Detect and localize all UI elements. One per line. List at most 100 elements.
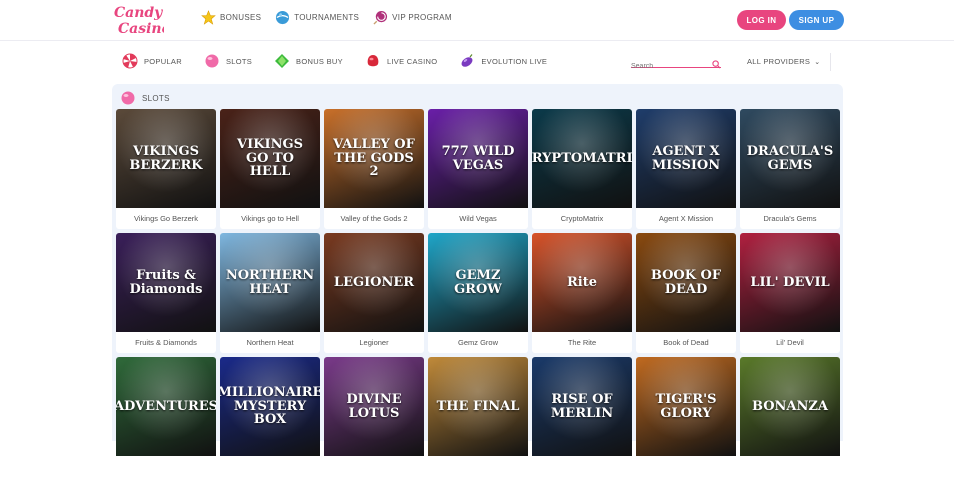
game-thumbnail[interactable]: ADVENTURES: [116, 357, 216, 456]
game-name: Dracula's Gems: [763, 214, 817, 223]
game-card[interactable]: ADVENTURES: [116, 357, 216, 477]
game-thumbnail-title: DRACULA'S GEMS: [746, 143, 834, 173]
game-card[interactable]: DRACULA'S GEMS Dracula's Gems: [740, 109, 840, 229]
star-icon: [201, 10, 216, 25]
game-name: Lil' Devil: [776, 338, 804, 347]
candy-casino-logo[interactable]: Candy Casino: [112, 1, 171, 39]
game-card[interactable]: Fruits & Diamonds Fruits & Diamonds: [116, 233, 216, 353]
category-live-casino[interactable]: LIVE CASINO: [365, 53, 437, 69]
game-card[interactable]: 777 WILD VEGAS Wild Vegas: [428, 109, 528, 229]
game-card[interactable]: BOOK OF DEAD Book of Dead: [636, 233, 736, 353]
game-thumbnail[interactable]: BONANZA: [740, 357, 840, 456]
game-name: Vikings go to Hell: [241, 214, 299, 223]
search-input[interactable]: [631, 63, 709, 70]
category-bonus-buy[interactable]: BONUS BUY: [274, 53, 343, 69]
game-card[interactable]: VALLEY OF THE GODS 2 Valley of the Gods 2: [324, 109, 424, 229]
game-thumbnail[interactable]: THE FINAL: [428, 357, 528, 456]
category-bonus-buy-label: BONUS BUY: [296, 56, 343, 66]
game-name: Wild Vegas: [459, 214, 497, 223]
game-thumbnail-title: LEGIONER: [333, 274, 415, 290]
game-card[interactable]: RISE OF MERLIN: [532, 357, 632, 477]
game-thumbnail-title: Fruits & Diamonds: [129, 267, 203, 297]
game-card[interactable]: LIL' DEVIL Lil' Devil: [740, 233, 840, 353]
signup-button[interactable]: SIGN UP: [789, 10, 844, 30]
category-popular[interactable]: POPULAR: [122, 53, 182, 69]
game-thumbnail[interactable]: VALLEY OF THE GODS 2: [324, 109, 424, 208]
game-thumbnail[interactable]: LEGIONER: [324, 233, 424, 332]
game-thumbnail[interactable]: VIKINGS GO TO HELL: [220, 109, 320, 208]
svg-text:Candy: Candy: [114, 5, 163, 21]
svg-text:Casino: Casino: [118, 21, 164, 37]
game-name: CryptoMatrix: [560, 214, 604, 223]
game-name: Legioner: [359, 338, 389, 347]
red-candy-icon: [365, 53, 381, 69]
game-thumbnail[interactable]: LIL' DEVIL: [740, 233, 840, 332]
game-name: Valley of the Gods 2: [340, 214, 408, 223]
game-thumbnail[interactable]: AGENT X MISSION: [636, 109, 736, 208]
nav-bonuses-label: BONUSES: [220, 13, 262, 22]
category-bar: POPULAR SLOTS BONUS BUY LIVE CASINO EVOL…: [0, 41, 954, 82]
game-grid: VIKINGS BERZERK Vikings Go Berzerk VIKINGS…: [116, 109, 840, 477]
category-slots[interactable]: SLOTS: [204, 53, 252, 69]
game-thumbnail[interactable]: MILLIONAIRE MYSTERY BOX: [220, 357, 320, 456]
game-thumbnail-title: TIGER'S GLORY: [655, 391, 717, 421]
game-thumbnail[interactable]: DRACULA'S GEMS: [740, 109, 840, 208]
game-card[interactable]: BONANZA: [740, 357, 840, 477]
game-thumbnail[interactable]: Fruits & Diamonds: [116, 233, 216, 332]
chevron-down-icon: ⌄: [814, 58, 821, 66]
category-popular-label: POPULAR: [144, 56, 182, 66]
game-card[interactable]: GEMZ GROW Gemz Grow: [428, 233, 528, 353]
game-name: The Rite: [567, 338, 597, 347]
game-card[interactable]: AGENT X MISSION Agent X Mission: [636, 109, 736, 229]
section-header: SLOTS: [120, 90, 170, 106]
game-card[interactable]: DIVINE LOTUS: [324, 357, 424, 477]
game-card[interactable]: Rite The Rite: [532, 233, 632, 353]
game-thumbnail-title: Rite: [566, 274, 598, 290]
nav-tournaments[interactable]: TOURNAMENTS: [275, 10, 359, 25]
game-thumbnail[interactable]: RISE OF MERLIN: [532, 357, 632, 456]
game-card[interactable]: THE FINAL: [428, 357, 528, 477]
game-card[interactable]: NORTHERN HEAT Northern Heat: [220, 233, 320, 353]
game-thumbnail-title: NORTHERN HEAT: [225, 267, 315, 297]
game-thumbnail[interactable]: VIKINGS BERZERK: [116, 109, 216, 208]
nav-vip-label: VIP PROGRAM: [392, 13, 452, 22]
game-thumbnail[interactable]: Rite: [532, 233, 632, 332]
game-thumbnail[interactable]: BOOK OF DEAD: [636, 233, 736, 332]
game-name: Fruits & Diamonds: [135, 338, 197, 347]
game-card[interactable]: TIGER'S GLORY: [636, 357, 736, 477]
green-gem-icon: [274, 53, 290, 69]
game-thumbnail-title: AGENT X MISSION: [651, 143, 721, 173]
game-thumbnail-title: VIKINGS BERZERK: [129, 143, 203, 173]
top-nav: BONUSES TOURNAMENTS VIP PROGRAM: [201, 10, 452, 25]
game-thumbnail-title: VIKINGS GO TO HELL: [237, 137, 303, 180]
nav-bonuses[interactable]: BONUSES: [201, 10, 261, 25]
game-thumbnail[interactable]: GEMZ GROW: [428, 233, 528, 332]
game-thumbnail-title: THE FINAL: [436, 398, 520, 414]
game-card[interactable]: VIKINGS GO TO HELL Vikings go to Hell: [220, 109, 320, 229]
game-thumbnail[interactable]: TIGER'S GLORY: [636, 357, 736, 456]
game-thumbnail-title: DIVINE LOTUS: [346, 391, 402, 421]
category-slots-label: SLOTS: [225, 56, 253, 66]
pink-candy-icon: [120, 90, 136, 106]
game-thumbnail[interactable]: 777 WILD VEGAS: [428, 109, 528, 208]
section-title: SLOTS: [142, 93, 170, 103]
search-icon[interactable]: [712, 56, 721, 69]
game-card[interactable]: CRYPTOMATRIX CryptoMatrix: [532, 109, 632, 229]
game-thumbnail[interactable]: DIVINE LOTUS: [324, 357, 424, 456]
game-thumbnail-title: ADVENTURES: [116, 398, 216, 414]
game-thumbnail-title: MILLIONAIRE MYSTERY BOX: [220, 385, 320, 428]
game-card[interactable]: LEGIONER Legioner: [324, 233, 424, 353]
game-thumbnail[interactable]: NORTHERN HEAT: [220, 233, 320, 332]
divider: [830, 53, 831, 71]
game-card[interactable]: MILLIONAIRE MYSTERY BOX: [220, 357, 320, 477]
game-card[interactable]: VIKINGS BERZERK Vikings Go Berzerk: [116, 109, 216, 229]
login-button[interactable]: LOG IN: [737, 10, 786, 30]
game-thumbnail-title: 777 WILD VEGAS: [441, 143, 515, 173]
providers-dropdown[interactable]: ALL PROVIDERS ⌄: [747, 57, 820, 66]
nav-vip-program[interactable]: VIP PROGRAM: [373, 10, 452, 25]
game-name: Book of Dead: [663, 338, 709, 347]
game-thumbnail[interactable]: CRYPTOMATRIX: [532, 109, 632, 208]
game-name: Agent X Mission: [658, 214, 714, 223]
category-evolution-live[interactable]: EVOLUTION LIVE: [459, 53, 547, 69]
category-evolution-live-label: EVOLUTION LIVE: [481, 56, 548, 66]
